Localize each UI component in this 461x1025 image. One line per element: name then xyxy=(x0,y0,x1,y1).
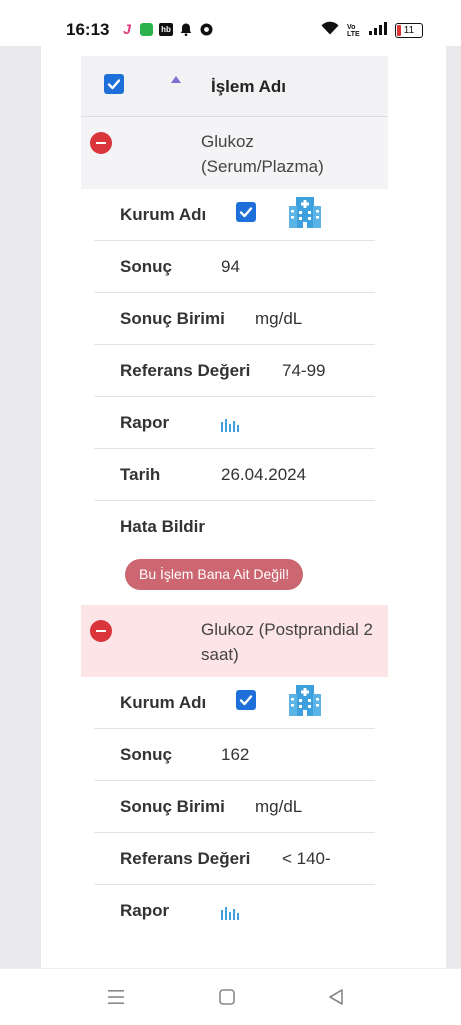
record-row[interactable]: Glukoz (Postprandial 2 saat) xyxy=(81,605,388,677)
chat-icon xyxy=(140,22,153,36)
status-bar: 16:13 J hb Vo LTE 11 xyxy=(0,0,461,46)
check-icon xyxy=(107,79,121,90)
report-label: Rapor xyxy=(120,901,170,920)
system-nav-bar xyxy=(0,968,461,1025)
detail-institution: Kurum Adı xyxy=(94,677,375,729)
bar-chart-icon[interactable] xyxy=(220,904,240,920)
detail-result: Sonuç 94 xyxy=(94,241,375,293)
record-name: Glukoz (Serum/Plazma) xyxy=(201,132,324,176)
institution-label: Kurum Adı xyxy=(120,693,207,712)
sort-asc-icon[interactable] xyxy=(171,76,181,83)
result-value: 162 xyxy=(221,745,250,764)
date-value: 26.04.2024 xyxy=(221,465,307,484)
detail-reference: Referans Değeri 74-99 xyxy=(94,345,375,397)
institution-checkbox[interactable] xyxy=(236,690,256,710)
check-icon xyxy=(239,695,253,706)
detail-date: Tarih 26.04.2024 xyxy=(94,449,375,501)
chrome-icon xyxy=(199,22,213,36)
records-table: İşlem Adı Glukoz (Serum/Plazma) Kurum Ad… xyxy=(81,56,388,936)
volte-icon: Vo LTE xyxy=(347,23,360,38)
collapse-row-button[interactable] xyxy=(90,132,112,154)
wifi-icon xyxy=(321,21,339,40)
detail-unit: Sonuç Birimi mg/dL xyxy=(94,781,375,833)
signal-icon xyxy=(369,21,387,40)
notification-j-icon: J xyxy=(123,21,131,37)
status-notification-icons: J hb xyxy=(120,21,213,37)
hospital-icon[interactable] xyxy=(287,682,323,718)
unit-value: mg/dL xyxy=(255,797,303,816)
bar-chart-icon[interactable] xyxy=(220,416,240,432)
date-label: Tarih xyxy=(120,465,161,484)
result-label: Sonuç xyxy=(120,745,172,764)
home-icon[interactable] xyxy=(218,988,236,1006)
not-my-record-button[interactable]: Bu İşlem Bana Ait Değil! xyxy=(125,559,304,590)
result-value: 94 xyxy=(221,257,240,276)
detail-result: Sonuç 162 xyxy=(94,729,375,781)
reference-label: Referans Değeri xyxy=(120,849,251,868)
detail-report: Rapor xyxy=(94,885,375,936)
record-name: Glukoz (Postprandial 2 saat) xyxy=(201,620,373,664)
menu-icon[interactable] xyxy=(107,989,125,1005)
record-row[interactable]: Glukoz (Serum/Plazma) xyxy=(81,117,388,189)
detail-report: Rapor xyxy=(94,397,375,449)
unit-label: Sonuç Birimi xyxy=(120,309,225,328)
check-icon xyxy=(239,207,253,218)
unit-label: Sonuç Birimi xyxy=(120,797,225,816)
battery-icon: 11 xyxy=(395,23,423,38)
reference-label: Referans Değeri xyxy=(120,361,251,380)
table-header: İşlem Adı xyxy=(81,56,388,117)
detail-institution: Kurum Adı xyxy=(94,189,375,241)
hb-icon: hb xyxy=(159,22,173,36)
reference-value: 74-99 xyxy=(282,361,326,380)
record-details: Kurum Adı Sonuç 162 Sonuç Birimi mg/dL R… xyxy=(94,677,375,936)
record-details: Kurum Adı Sonuç 94 Sonuç Birimi mg/dL Re… xyxy=(94,189,375,605)
select-all-checkbox[interactable] xyxy=(104,74,124,94)
status-system-icons: Vo LTE 11 xyxy=(321,21,423,40)
hospital-icon[interactable] xyxy=(287,194,323,230)
institution-label: Kurum Adı xyxy=(120,205,207,224)
detail-reference: Referans Değeri < 140- xyxy=(94,833,375,885)
column-header-islem-adi[interactable]: İşlem Adı xyxy=(211,77,286,97)
back-icon[interactable] xyxy=(327,988,345,1006)
minus-icon xyxy=(96,141,106,145)
error-report-label: Hata Bildir xyxy=(120,517,206,536)
bell-icon xyxy=(179,22,193,36)
unit-value: mg/dL xyxy=(255,309,303,328)
report-label: Rapor xyxy=(120,413,170,432)
minus-icon xyxy=(96,629,106,633)
collapse-row-button[interactable] xyxy=(90,620,112,642)
status-time: 16:13 xyxy=(66,20,110,39)
reference-value: < 140- xyxy=(282,849,331,868)
institution-checkbox[interactable] xyxy=(236,202,256,222)
detail-unit: Sonuç Birimi mg/dL xyxy=(94,293,375,345)
detail-error-report: Hata Bildir Bu İşlem Bana Ait Değil! xyxy=(94,501,375,605)
result-label: Sonuç xyxy=(120,257,172,276)
